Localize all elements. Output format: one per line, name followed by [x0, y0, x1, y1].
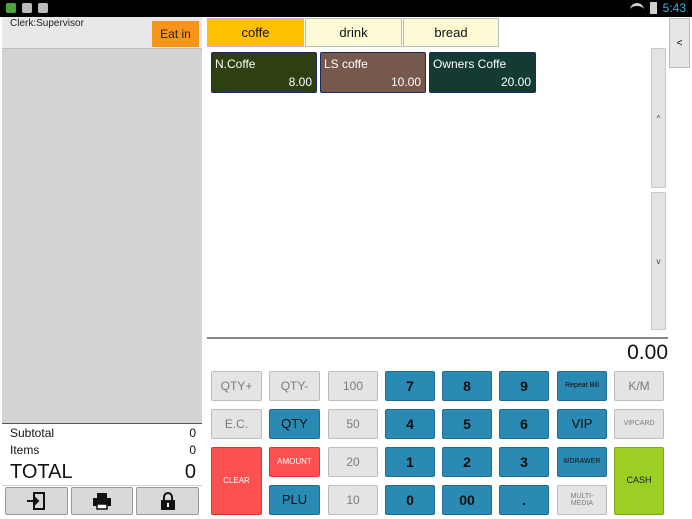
cash-key[interactable]: CASH — [614, 447, 664, 515]
ec-key[interactable]: E.C. — [211, 409, 262, 439]
total-label: TOTAL — [10, 461, 73, 483]
repeat-bill-key[interactable]: Repeat Bill — [557, 371, 607, 401]
km-key[interactable]: K/M — [614, 371, 664, 401]
qty-plus-key[interactable]: QTY+ — [211, 371, 262, 401]
order-panel: Clerk:Supervisor Eat in Subtotal 0 Items… — [2, 17, 202, 517]
digit-3-key[interactable]: 3 — [499, 447, 549, 477]
qty-minus-key[interactable]: QTY- — [269, 371, 320, 401]
digit-7-key[interactable]: 7 — [385, 371, 435, 401]
product-price: 20.00 — [500, 75, 531, 89]
product-price: 8.00 — [288, 75, 312, 89]
notification-icons — [6, 3, 48, 13]
subtotal-label: Subtotal — [10, 426, 55, 440]
android-debug-icon — [38, 3, 48, 13]
eat-in-button[interactable]: Eat in — [152, 21, 199, 47]
multimedia-key[interactable]: MULTI- MEDIA — [557, 485, 607, 515]
key-10[interactable]: 10 — [328, 485, 378, 515]
product-ls-coffe[interactable]: LS coffe 10.00 — [320, 52, 426, 93]
digit-4-key[interactable]: 4 — [385, 409, 435, 439]
total-value: 0 — [184, 461, 196, 483]
tab-drink[interactable]: drink — [305, 18, 402, 47]
product-price: 10.00 — [390, 75, 421, 89]
left-action-bar — [2, 486, 202, 517]
drawer-key[interactable]: #/DRAWER — [557, 447, 607, 477]
digit-1-key[interactable]: 1 — [385, 447, 435, 477]
app-notification-icon — [6, 3, 16, 13]
double-zero-key[interactable]: 00 — [442, 485, 492, 515]
product-owners-coffe[interactable]: Owners Coffe 20.00 — [429, 52, 536, 93]
scroll-up-button[interactable]: ^ — [651, 48, 666, 188]
logout-icon — [27, 492, 46, 510]
tab-coffe[interactable]: coffe — [207, 18, 304, 47]
digit-0-key[interactable]: 0 — [385, 485, 435, 515]
total-row: TOTAL 0 — [10, 461, 196, 484]
logout-button[interactable] — [5, 487, 68, 515]
key-100[interactable]: 100 — [328, 371, 378, 401]
side-panel-toggle[interactable]: < — [669, 18, 690, 68]
digit-2-key[interactable]: 2 — [442, 447, 492, 477]
order-header: Clerk:Supervisor Eat in — [2, 17, 202, 49]
usb-icon — [22, 3, 32, 13]
totals-box: Subtotal 0 Items 0 TOTAL 0 — [2, 423, 202, 485]
digit-6-key[interactable]: 6 — [499, 409, 549, 439]
product-name: Owners Coffe — [433, 57, 507, 71]
vip-key[interactable]: VIP — [557, 409, 607, 439]
key-20[interactable]: 20 — [328, 447, 378, 477]
subtotal-row: Subtotal 0 — [10, 426, 196, 440]
battery-icon — [649, 2, 657, 14]
status-right: 5:43 — [629, 1, 686, 15]
digit-9-key[interactable]: 9 — [499, 371, 549, 401]
qty-key[interactable]: QTY — [269, 409, 320, 439]
status-bar: 5:43 — [0, 0, 692, 17]
lock-icon — [160, 492, 175, 510]
divider — [207, 337, 668, 339]
key-50[interactable]: 50 — [328, 409, 378, 439]
printer-icon — [93, 493, 111, 510]
print-button[interactable] — [70, 487, 134, 515]
digit-8-key[interactable]: 8 — [442, 371, 492, 401]
items-value: 0 — [189, 443, 196, 457]
scroll-down-button[interactable]: v — [651, 192, 666, 330]
items-label: Items — [10, 443, 40, 457]
clock: 5:43 — [662, 1, 686, 15]
clerk-label: Clerk:Supervisor — [10, 18, 84, 29]
clear-key[interactable]: CLEAR — [211, 447, 262, 515]
amount-display: 0.00 — [627, 341, 668, 364]
product-n-coffe[interactable]: N.Coffe 8.00 — [211, 52, 317, 93]
decimal-point-key[interactable]: . — [499, 485, 549, 515]
lock-button[interactable] — [136, 487, 200, 515]
order-list[interactable] — [2, 50, 202, 423]
product-name: N.Coffe — [215, 57, 256, 71]
plu-key[interactable]: PLU — [269, 485, 320, 515]
tab-bread[interactable]: bread — [403, 18, 499, 47]
vipcard-key[interactable]: VIPCARD — [614, 409, 664, 439]
subtotal-value: 0 — [189, 426, 196, 440]
items-row: Items 0 — [10, 443, 196, 457]
amount-key[interactable]: AMOUNT — [269, 447, 320, 477]
product-name: LS coffe — [324, 57, 368, 71]
digit-5-key[interactable]: 5 — [442, 409, 492, 439]
pos-screen: 5:43 Clerk:Supervisor Eat in Subtotal 0 … — [0, 0, 692, 519]
wifi-icon — [629, 3, 644, 13]
